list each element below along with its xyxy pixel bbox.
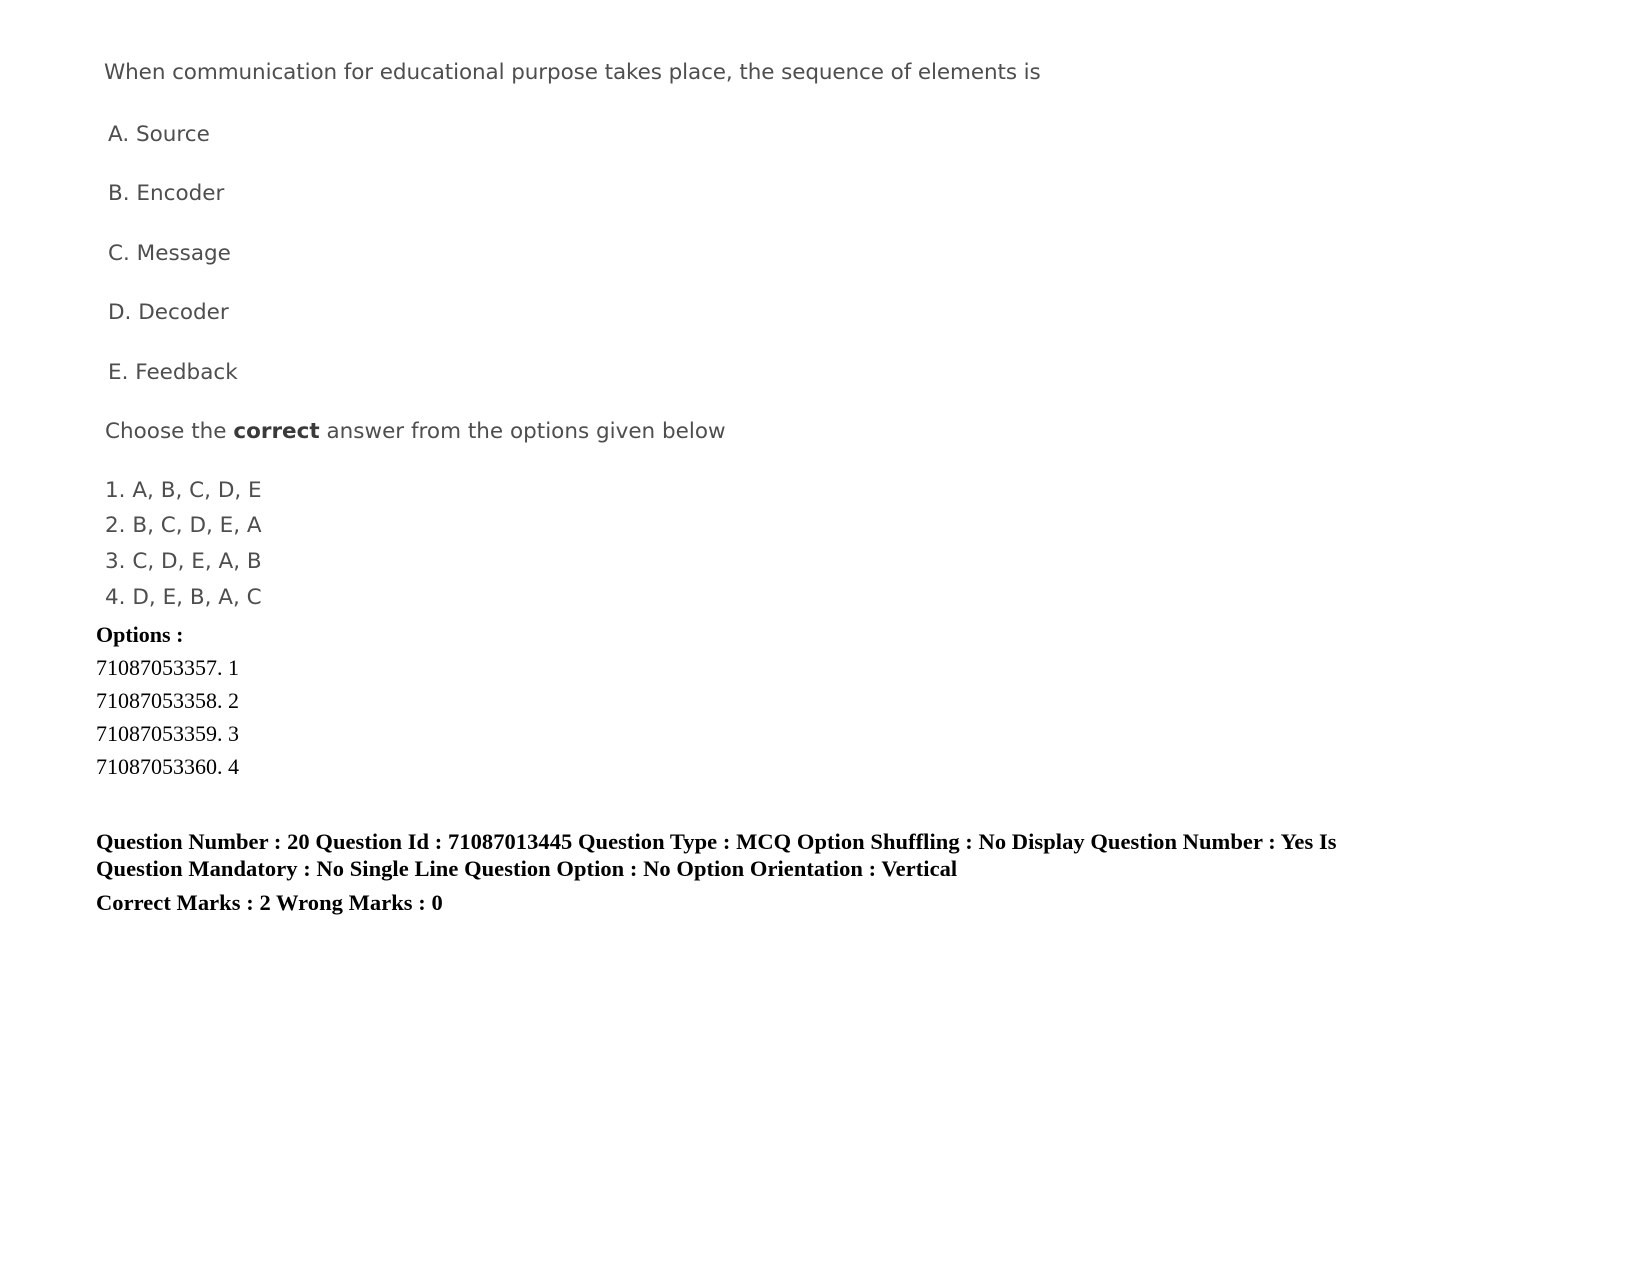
option-row: 71087053360. 4 xyxy=(96,754,239,779)
statement-item: A. Source xyxy=(108,122,210,147)
option-row: 71087053357. 1 xyxy=(96,655,239,680)
question-metadata-line: Question Number : 20 Question Id : 71087… xyxy=(96,829,1337,881)
answer-alternative: 1. A, B, C, D, E xyxy=(105,478,262,503)
statement-item: E. Feedback xyxy=(108,360,238,385)
choose-instruction-after: answer from the options given below xyxy=(319,419,726,444)
answer-alternative: 2. B, C, D, E, A xyxy=(105,513,262,538)
option-row: 71087053359. 3 xyxy=(96,721,239,746)
question-stem: When communication for educational purpo… xyxy=(104,60,1041,85)
statement-item: B. Encoder xyxy=(108,181,225,206)
answer-alternative: 4. D, E, B, A, C xyxy=(105,585,262,610)
marks-metadata-line: Correct Marks : 2 Wrong Marks : 0 xyxy=(96,890,443,915)
choose-instruction-before: Choose the xyxy=(105,419,234,444)
statement-item: D. Decoder xyxy=(108,300,229,325)
options-heading: Options : xyxy=(96,622,184,647)
statement-item: C. Message xyxy=(108,241,231,266)
option-row: 71087053358. 2 xyxy=(96,688,239,713)
document-page: When communication for educational purpo… xyxy=(0,0,1650,1275)
choose-instruction-emphasis: correct xyxy=(233,419,320,444)
choose-instruction: Choose the correct answer from the optio… xyxy=(105,419,726,444)
answer-alternative: 3. C, D, E, A, B xyxy=(105,549,262,574)
